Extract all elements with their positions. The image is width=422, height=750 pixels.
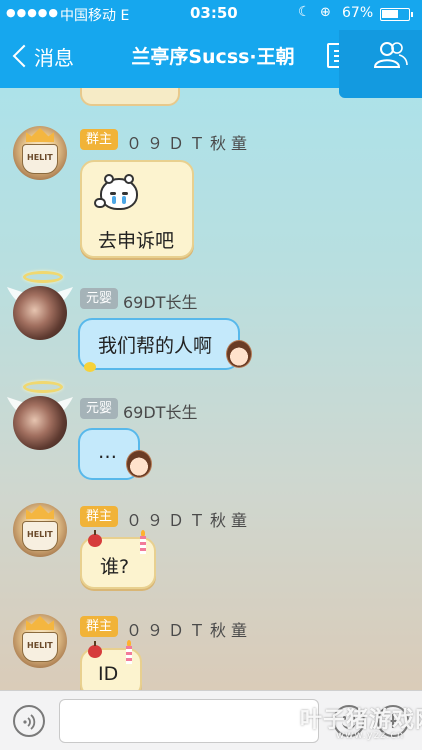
signal-icon: ●●●●● bbox=[6, 6, 59, 19]
sender-name: 69DT长生 bbox=[123, 403, 198, 422]
avatar[interactable] bbox=[13, 396, 67, 450]
message-input[interactable] bbox=[59, 699, 319, 743]
role-badge: 群主 bbox=[80, 129, 119, 150]
previous-message-bubble[interactable] bbox=[80, 88, 180, 106]
voice-button[interactable] bbox=[13, 705, 45, 737]
apple-icon bbox=[88, 641, 102, 658]
sender-name: 69DT长生 bbox=[123, 293, 198, 312]
do-not-disturb-icon: ☾ bbox=[298, 4, 311, 20]
watermark: 叶子猪游戏网 www.yzz.cn bbox=[300, 708, 422, 741]
duck-icon bbox=[84, 362, 96, 372]
candle-icon bbox=[140, 530, 146, 554]
apple-icon bbox=[88, 530, 102, 547]
halo-icon bbox=[23, 381, 63, 393]
status-bar: ●●●●● 中国移动 E 03:50 ☾ ⊕ 67% bbox=[0, 0, 422, 28]
back-button[interactable]: 消息 bbox=[8, 40, 74, 72]
message-text: 去申诉吧 bbox=[98, 230, 175, 252]
message-text: … bbox=[98, 441, 117, 463]
group-members-button[interactable] bbox=[339, 30, 422, 98]
sender-name: ０９ＤＴ秋童 bbox=[126, 621, 253, 640]
battery-icon bbox=[380, 8, 413, 21]
cartoon-character-icon bbox=[126, 450, 152, 478]
status-time: 03:50 bbox=[190, 4, 238, 22]
sender-name: ０９ＤＴ秋童 bbox=[126, 134, 253, 153]
message-bubble[interactable]: 我们帮的人啊 bbox=[78, 318, 240, 370]
message-text: 谁? bbox=[100, 556, 130, 578]
role-badge: 元婴 bbox=[80, 288, 119, 309]
avatar[interactable]: HELIT bbox=[13, 503, 67, 557]
back-label: 消息 bbox=[34, 45, 74, 70]
role-badge: 群主 bbox=[80, 506, 119, 527]
role-badge: 群主 bbox=[80, 616, 119, 637]
avatar[interactable]: HELIT bbox=[13, 126, 67, 180]
chat-title: 兰亭序Sucss·王朝 bbox=[131, 46, 295, 68]
group-members-icon bbox=[373, 42, 408, 68]
battery-percent: 67% bbox=[342, 5, 374, 21]
message-text: 我们帮的人啊 bbox=[98, 335, 213, 357]
crying-face-icon bbox=[94, 174, 138, 210]
candle-icon bbox=[126, 640, 132, 664]
message-bubble[interactable]: 去申诉吧 bbox=[80, 160, 194, 258]
chevron-left-icon bbox=[12, 44, 36, 68]
message-text: ID bbox=[98, 663, 119, 685]
avatar[interactable] bbox=[13, 286, 67, 340]
role-badge: 元婴 bbox=[80, 398, 119, 419]
voice-icon bbox=[23, 714, 36, 730]
carrier-label: 中国移动 E bbox=[60, 8, 130, 24]
cartoon-character-icon bbox=[226, 340, 252, 368]
sender-name: ０９ＤＴ秋童 bbox=[126, 511, 253, 530]
avatar[interactable]: HELIT bbox=[13, 614, 67, 668]
rotation-lock-icon: ⊕ bbox=[320, 5, 331, 20]
halo-icon bbox=[23, 271, 63, 283]
